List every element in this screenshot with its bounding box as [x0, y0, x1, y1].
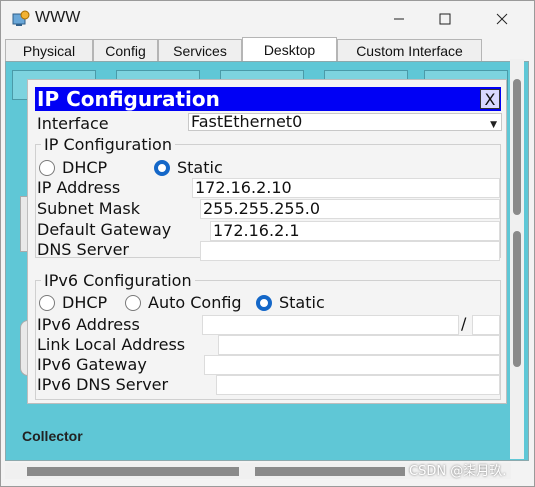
- chevron-down-icon: ▼: [490, 120, 497, 130]
- link-local-address-label: Link Local Address: [37, 335, 186, 354]
- link-local-address-field[interactable]: [218, 335, 500, 355]
- vertical-scroll-thumb[interactable]: [513, 79, 521, 215]
- ipv6-gateway-label: IPv6 Gateway: [37, 355, 147, 374]
- tab-config[interactable]: Config: [93, 39, 158, 61]
- tab-bar: Physical Config Services Desktop Custom …: [5, 37, 531, 61]
- ip-configuration-dialog: IP Configuration X Interface FastEtherne…: [27, 79, 507, 404]
- maximize-button[interactable]: [422, 1, 468, 37]
- ipv6-prefix-field[interactable]: [472, 315, 500, 335]
- dns-server-field[interactable]: [200, 241, 500, 261]
- ipv4-static-label: Static: [177, 158, 223, 177]
- maximize-icon: [439, 13, 451, 25]
- minimize-button[interactable]: [376, 1, 422, 37]
- ipv6-address-field[interactable]: [202, 315, 459, 335]
- ipv4-static-radio[interactable]: [154, 160, 170, 176]
- close-window-button[interactable]: [479, 1, 525, 37]
- packet-tracer-pc-icon: [12, 10, 30, 26]
- ipv6-gateway-field[interactable]: [204, 355, 500, 375]
- default-gateway-label: Default Gateway: [37, 220, 172, 239]
- ipv6-dns-server-field[interactable]: [216, 375, 500, 395]
- window-title: WWW: [35, 9, 81, 26]
- ipv6-dhcp-radio[interactable]: [39, 295, 55, 311]
- subnet-mask-field[interactable]: 255.255.255.0: [200, 199, 500, 219]
- ipv6-auto-config-label: Auto Config: [148, 293, 242, 312]
- ipv6-dhcp-label: DHCP: [62, 293, 108, 312]
- ipv4-dhcp-label: DHCP: [62, 158, 108, 177]
- minimize-icon: [394, 18, 404, 20]
- collector-label: Collector: [22, 428, 83, 444]
- ipv4-group-title: IP Configuration: [41, 135, 175, 154]
- app-window: WWW Physical Config Services Desktop Cus…: [0, 0, 535, 487]
- ip-address-field[interactable]: 172.16.2.10: [192, 178, 500, 198]
- vertical-scrollbar[interactable]: [510, 59, 524, 459]
- prefix-separator: /: [461, 314, 467, 333]
- tab-physical[interactable]: Physical: [5, 39, 93, 61]
- default-gateway-field[interactable]: 172.16.2.1: [210, 221, 500, 241]
- ipv6-dns-server-label: IPv6 DNS Server: [37, 375, 169, 394]
- ip-address-label: IP Address: [37, 178, 121, 197]
- interface-label: Interface: [37, 114, 109, 133]
- ipv6-static-label: Static: [279, 293, 325, 312]
- close-icon: [496, 13, 508, 25]
- tab-desktop[interactable]: Desktop: [242, 37, 337, 61]
- title-bar: WWW: [1, 1, 534, 37]
- dialog-close-button[interactable]: X: [480, 89, 500, 109]
- dialog-title: IP Configuration: [35, 87, 501, 111]
- interface-select[interactable]: FastEthernet0 ▼: [188, 113, 502, 131]
- horizontal-scroll-thumb[interactable]: [255, 467, 405, 476]
- interface-select-value: FastEthernet0: [191, 112, 303, 131]
- ipv6-group-title: IPv6 Configuration: [41, 271, 195, 290]
- vertical-scroll-thumb[interactable]: [513, 231, 521, 367]
- tab-services[interactable]: Services: [158, 39, 242, 61]
- ipv6-static-radio[interactable]: [256, 295, 272, 311]
- subnet-mask-label: Subnet Mask: [37, 199, 141, 218]
- watermark: CSDN @柒月玖.: [409, 464, 507, 479]
- ipv4-dhcp-radio[interactable]: [39, 160, 55, 176]
- horizontal-scroll-thumb[interactable]: [27, 467, 239, 476]
- dns-server-label: DNS Server: [37, 240, 129, 259]
- ipv6-address-label: IPv6 Address: [37, 315, 140, 334]
- ipv6-auto-config-radio[interactable]: [125, 295, 141, 311]
- tab-custom-interface[interactable]: Custom Interface: [337, 39, 482, 61]
